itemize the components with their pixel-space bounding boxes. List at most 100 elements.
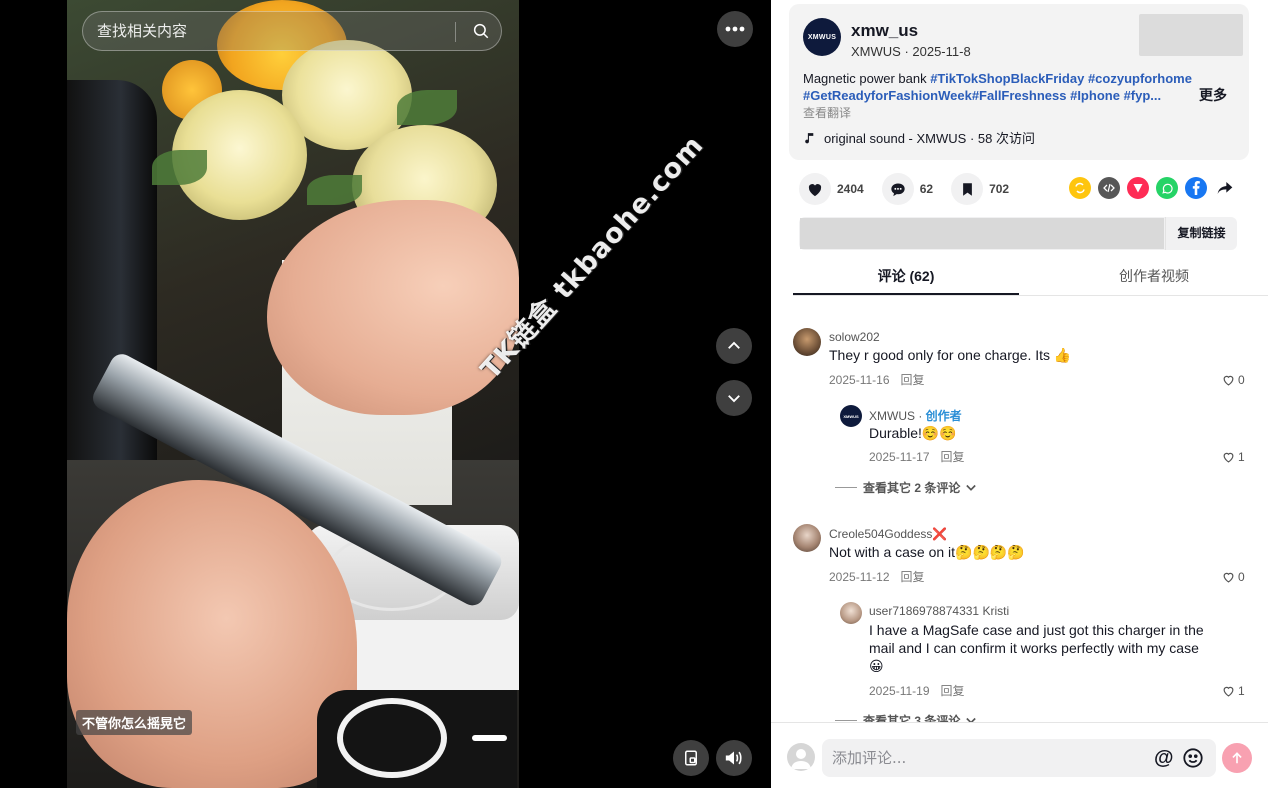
comment-meta: 2025-11-16 回复 [829,371,925,388]
favorite-action[interactable]: 702 [951,173,1009,205]
view-more-replies[interactable]: 查看其它 3 条评论 [835,712,977,722]
reply-text: I have a MagSafe case and just got this … [869,622,1204,674]
comment-date: 2025-11-16 [829,373,890,387]
chevron-down-icon [728,395,740,403]
send-comment-button[interactable] [1222,743,1252,773]
facebook-icon[interactable] [1185,177,1207,199]
search-divider [455,22,456,42]
expand-description-button[interactable]: 更多 [1199,85,1227,105]
comment-date: 2025-11-12 [829,570,890,584]
tab-creator-videos[interactable]: 创作者视频 [1041,258,1267,295]
embed-icon[interactable] [1098,177,1120,199]
video-player[interactable] [67,0,519,788]
comment-count: 62 [919,182,934,196]
whatsapp-icon[interactable] [1156,177,1178,199]
comment-like[interactable]: 0 [1222,373,1245,387]
like-action[interactable]: 2404 [799,173,864,205]
reply-meta: 2025-11-17 回复 [869,448,965,465]
hashtag[interactable]: #TikTokShopBlackFriday [930,71,1084,86]
copy-link-button[interactable]: 复制链接 [1165,217,1237,250]
hashtag[interactable]: #fyp... [1124,88,1162,103]
view-more-replies[interactable]: 查看其它 2 条评论 [835,479,977,496]
comment-like-count: 0 [1238,570,1245,584]
view-more-label: 查看其它 2 条评论 [863,481,961,495]
engagement-bar: 2404 62 702 [799,172,1027,206]
comment-meta: 2025-11-12 回复 [829,568,925,585]
reply-text: Durable!☺️☺️ [869,425,957,441]
hashtag[interactable]: #FallFreshness [972,88,1067,103]
reply-like[interactable]: 1 [1222,684,1245,698]
next-video-button[interactable] [716,380,752,416]
comment-action[interactable]: 62 [881,173,934,205]
music-note-icon [805,132,814,143]
hashtag[interactable]: #Iphone [1070,88,1120,103]
share-options [1069,177,1236,199]
reply-author[interactable]: XMWUS [869,409,915,423]
volume-button[interactable] [716,740,752,776]
charger-pad [317,690,517,788]
reply-author[interactable]: user7186978874331 Kristi [869,604,1009,618]
comment-text: Not with a case on it🤔🤔🤔🤔 [829,544,1025,560]
reply-like-count: 1 [1238,684,1245,698]
hashtag[interactable]: #cozyupforhome [1088,71,1192,86]
sound-link[interactable]: original sound - XMWUS · 58 次访问 [803,128,1035,147]
reply-username: XMWUS · 创作者 [869,409,962,423]
author-avatar[interactable]: XMWUS [803,18,841,56]
share-arrow-icon[interactable] [1214,177,1236,199]
heart-outline-icon [1223,572,1234,583]
author-subtitle: XMWUS · 2025-11-8 [851,44,971,59]
reply-button[interactable]: 回复 [941,684,965,698]
reply-meta: 2025-11-19 回复 [869,682,965,699]
emoji-icon[interactable] [1182,747,1204,769]
comment-field: @ [822,739,1216,777]
reply-date: 2025-11-17 [869,450,930,464]
arrow-up-icon [1232,752,1242,764]
video-search-input[interactable] [97,12,437,50]
search-icon[interactable] [461,12,501,50]
sound-label: original sound - XMWUS · 58 次访问 [824,131,1035,146]
reply-button[interactable]: 回复 [941,450,965,464]
avatar[interactable] [793,328,821,356]
tab-comments[interactable]: 评论 (62) [793,258,1019,295]
heart-icon[interactable] [799,173,831,205]
comment-input[interactable] [832,739,1132,777]
leaf [152,150,207,185]
heart-outline-icon [1223,686,1234,697]
leaf [397,90,457,125]
speaker-icon [725,751,742,765]
chevron-down-icon [966,484,977,491]
comment-icon[interactable] [881,173,914,205]
hand [267,200,519,415]
heart-outline-icon [1223,375,1234,386]
ellipsis-icon [725,26,745,32]
reply-like[interactable]: 1 [1222,450,1245,464]
like-count: 2404 [837,182,864,196]
picture-in-picture-button[interactable] [673,740,709,776]
details-panel: XMWUS xmw_us XMWUS · 2025-11-8 Magnetic … [771,0,1268,788]
avatar[interactable] [793,524,821,552]
post-description: Magnetic power bank #TikTokShopBlackFrid… [803,70,1193,104]
translate-link[interactable]: 查看翻译 [803,104,851,121]
pip-icon [685,750,697,766]
previous-video-button[interactable] [716,328,752,364]
mention-button[interactable]: @ [1154,747,1174,770]
comment-like-count: 0 [1238,373,1245,387]
video-caption: 不管你怎么摇晃它 [76,710,193,735]
comment-username[interactable]: solow202 [829,330,880,344]
reply-button[interactable]: 回复 [901,373,925,387]
avatar[interactable]: XMWUS [840,405,862,427]
send-icon[interactable] [1127,177,1149,199]
comment-username[interactable]: Creole504Goddess❌ [829,527,947,541]
comment-like[interactable]: 0 [1222,570,1245,584]
hashtag[interactable]: #GetReadyforFashionWeek [803,88,972,103]
comment-list[interactable]: solow202 They r good only for one charge… [771,297,1268,722]
avatar[interactable] [840,602,862,624]
divider-line [835,720,857,721]
repost-icon[interactable] [1069,177,1091,199]
more-options-button[interactable] [717,11,753,47]
reply-button[interactable]: 回复 [901,570,925,584]
author-name[interactable]: xmw_us [851,21,918,41]
video-link-field[interactable] [800,218,1164,249]
bookmark-icon[interactable] [951,173,984,205]
follow-button-placeholder[interactable] [1139,14,1243,56]
